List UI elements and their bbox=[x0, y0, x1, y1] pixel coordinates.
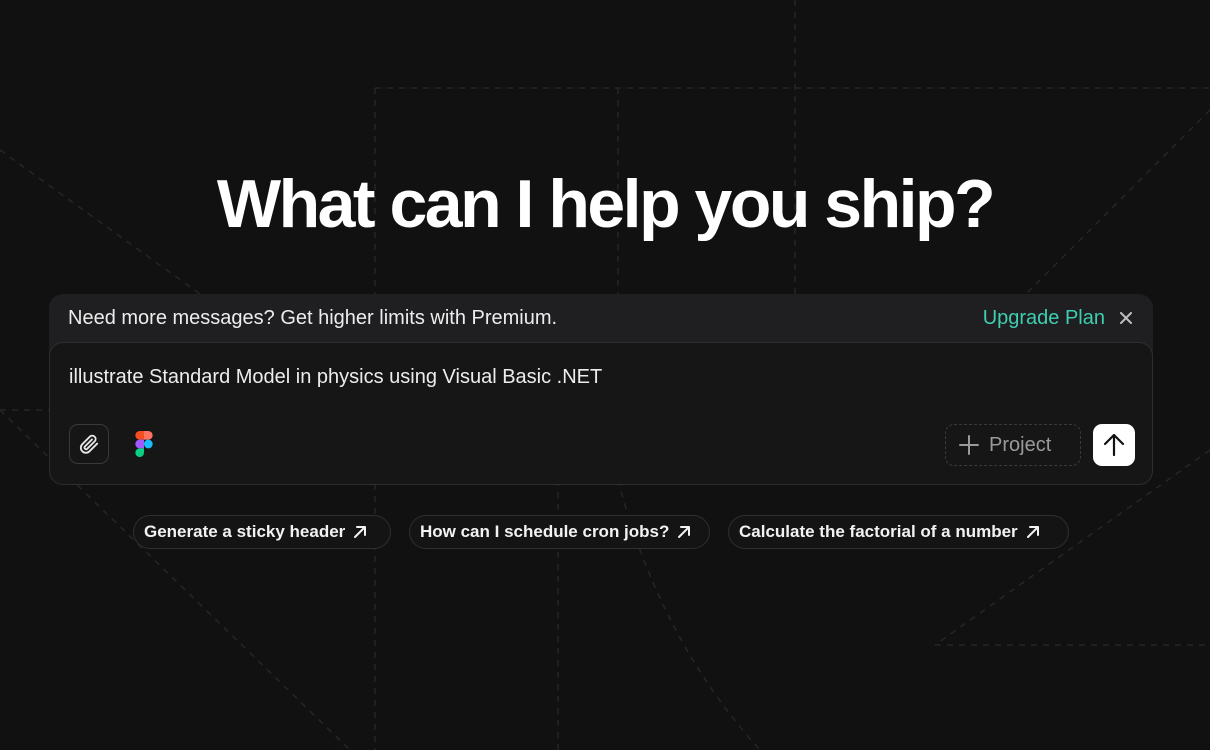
suggestion-chip-factorial[interactable]: Calculate the factorial of a number bbox=[728, 515, 1069, 549]
project-label: Project bbox=[989, 434, 1052, 456]
figma-icon bbox=[135, 431, 153, 457]
paperclip-icon bbox=[79, 434, 99, 454]
add-project-button[interactable]: Project bbox=[945, 424, 1081, 466]
close-icon[interactable] bbox=[1117, 306, 1135, 330]
suggestion-chip-label: How can I schedule cron jobs? bbox=[420, 522, 670, 541]
arrow-up-right-icon bbox=[1026, 525, 1040, 539]
upgrade-banner-message: Need more messages? Get higher limits wi… bbox=[68, 307, 558, 329]
arrow-up-right-icon bbox=[353, 525, 367, 539]
suggestion-chip-label: Generate a sticky header bbox=[144, 522, 346, 541]
prompt-input-box[interactable]: illustrate Standard Model in physics usi… bbox=[49, 342, 1153, 485]
send-button[interactable] bbox=[1093, 424, 1135, 466]
plus-icon bbox=[959, 435, 979, 455]
page: What can I help you ship? Need more mess… bbox=[0, 0, 1210, 750]
suggestion-chip-sticky-header[interactable]: Generate a sticky header bbox=[133, 515, 391, 549]
figma-import-button[interactable] bbox=[130, 429, 158, 459]
suggestion-chip-label: Calculate the factorial of a number bbox=[739, 522, 1018, 541]
page-title: What can I help you ship? bbox=[216, 166, 996, 242]
prompt-input[interactable]: illustrate Standard Model in physics usi… bbox=[69, 365, 602, 389]
attach-file-button[interactable] bbox=[69, 424, 109, 464]
arrow-up-right-icon bbox=[677, 525, 691, 539]
chat-composer: Need more messages? Get higher limits wi… bbox=[49, 294, 1153, 485]
suggestion-chip-cron-jobs[interactable]: How can I schedule cron jobs? bbox=[409, 515, 710, 549]
arrow-up-icon bbox=[1103, 433, 1125, 457]
upgrade-plan-link[interactable]: Upgrade Plan bbox=[983, 306, 1105, 330]
